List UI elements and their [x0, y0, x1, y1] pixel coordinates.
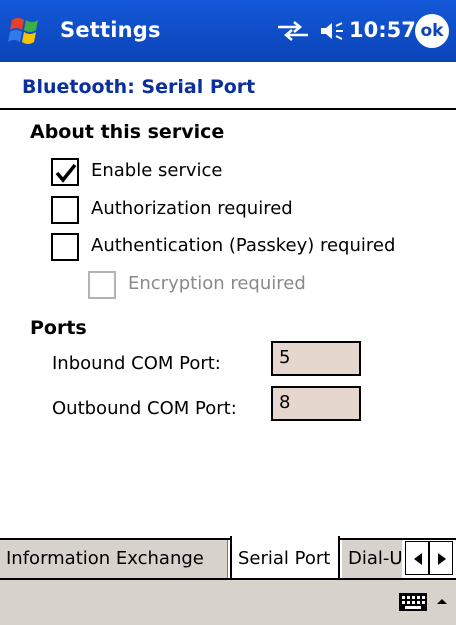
header-divider: [0, 108, 456, 110]
enable-service-label[interactable]: Enable service: [91, 160, 223, 181]
enable-service-checkbox[interactable]: [51, 158, 79, 186]
clock[interactable]: 10:57: [349, 18, 416, 42]
authentication-label[interactable]: Authentication (Passkey) required: [91, 235, 395, 256]
page-title: Bluetooth: Serial Port: [22, 76, 256, 98]
keyboard-icon[interactable]: [398, 592, 428, 612]
tab-dial-up[interactable]: Dial-U: [342, 540, 402, 578]
inbound-port-label: Inbound COM Port:: [52, 353, 221, 374]
sync-arrows-icon[interactable]: [276, 21, 310, 41]
tab-scroll-left-button[interactable]: [405, 541, 429, 575]
outbound-port-label: Outbound COM Port:: [52, 398, 237, 419]
right-arrow-icon: [438, 553, 446, 565]
ok-button[interactable]: ok: [415, 14, 449, 48]
authentication-checkbox[interactable]: [51, 233, 79, 261]
tab-serial-port[interactable]: Serial Port: [230, 536, 340, 578]
screen: Settings 10:57 ok Bluetooth: Serial Port…: [0, 0, 456, 625]
tab-information-exchange[interactable]: Information Exchange: [0, 540, 228, 578]
menu-bar: [0, 578, 456, 625]
about-service-heading: About this service: [30, 121, 225, 143]
authorization-checkbox[interactable]: [51, 196, 79, 224]
outbound-port-field[interactable]: 8: [271, 386, 361, 421]
encryption-label: Encryption required: [128, 273, 306, 294]
ports-heading: Ports: [30, 317, 87, 339]
encryption-checkbox: [88, 271, 116, 299]
start-flag-icon[interactable]: [6, 12, 50, 52]
speaker-icon[interactable]: [319, 20, 345, 42]
app-title: Settings: [60, 18, 161, 42]
authorization-label[interactable]: Authorization required: [91, 198, 293, 219]
title-bar: Settings 10:57 ok: [0, 0, 456, 62]
left-arrow-icon: [414, 553, 422, 565]
tab-scroll-right-button[interactable]: [429, 541, 453, 575]
inbound-port-field[interactable]: 5: [271, 341, 361, 376]
up-arrow-icon[interactable]: [435, 594, 449, 608]
checkmark-icon: [55, 163, 77, 183]
